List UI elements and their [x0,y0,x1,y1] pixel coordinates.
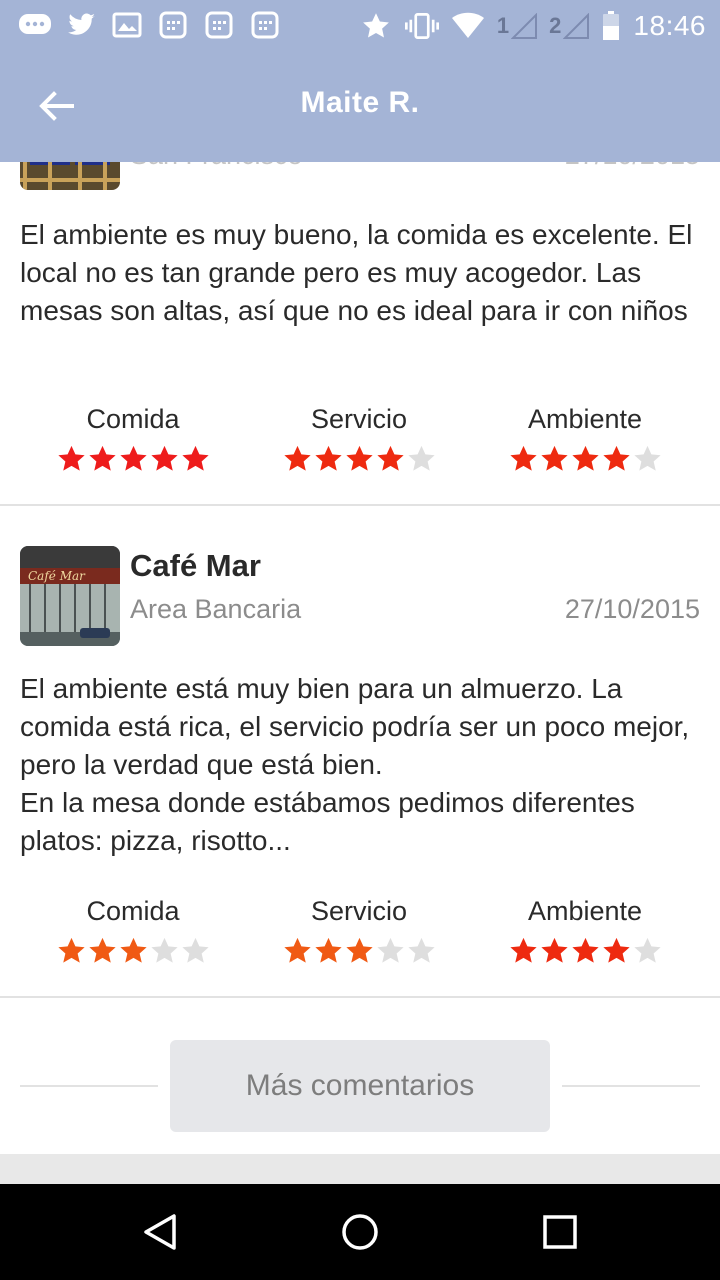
star-filled-icon [119,445,147,471]
star-filled-icon [540,445,568,471]
nav-home-button[interactable] [332,1206,388,1262]
star-empty-icon [181,937,209,963]
nav-back-button[interactable] [132,1206,188,1262]
divider [20,1085,158,1087]
star-filled-icon [150,445,178,471]
calendar-icon [156,8,190,42]
star-filled-icon [181,445,209,471]
review-text: El ambiente está muy bien para un almuer… [20,673,690,856]
rating-ambiente: Ambiente [472,404,698,474]
restaurant-photo[interactable]: Café Mar [20,546,120,646]
rating-ambiente: Ambiente [472,896,698,966]
rating-servicio: Servicio [246,404,472,474]
star-filled-icon [602,445,630,471]
twitter-icon [64,8,98,42]
star-filled-icon [602,937,630,963]
star-filled-icon [376,445,404,471]
star-filled-icon [119,937,147,963]
star-filled-icon [283,937,311,963]
star-empty-icon [407,445,435,471]
star-filled-icon [88,937,116,963]
restaurant-name[interactable]: Café Mar [130,548,261,584]
navigation-bar [0,1184,720,1280]
star-filled-icon [509,445,537,471]
star-filled-icon [540,937,568,963]
star-filled-icon [509,937,537,963]
star-rating [472,444,698,474]
wifi-icon [451,9,485,43]
calendar-icon [202,8,236,42]
rating-label: Ambiente [527,896,643,926]
star-empty-icon [407,937,435,963]
gallery-icon [110,8,144,42]
review-header: Café Mar Café Mar Area Bancaria 27/10/20… [0,506,720,646]
rating-label: Comida [86,404,180,434]
review-card[interactable]: Café Mar Café Mar Area Bancaria 27/10/20… [0,506,720,998]
rating-comida: Comida [20,404,246,474]
vibrate-icon [404,9,439,43]
calendar-icon [248,8,282,42]
star-empty-icon [376,937,404,963]
more-comments-section: Más comentarios [0,1000,720,1154]
star-filled-icon [57,445,85,471]
star-filled-icon [571,937,599,963]
star-filled-icon [314,937,342,963]
home-circle-icon [340,1212,380,1257]
rating-label: Ambiente [527,404,643,434]
status-bar: 1 2 18:46 [0,0,720,52]
star-rating [246,444,472,474]
system-icons: 1 2 18:46 [359,8,706,44]
star-empty-icon [633,445,661,471]
clock: 18:46 [633,10,706,41]
rating-label: Servicio [310,896,408,926]
star-filled-icon [57,937,85,963]
notification-icons [18,8,282,42]
content-end-strip [0,1154,720,1184]
star-rating [472,936,698,966]
star-rating [246,936,472,966]
rating-label: Servicio [310,404,408,434]
star-filled-icon [571,445,599,471]
rating-label: Comida [86,896,180,926]
page-title: Maite R. [300,86,420,119]
battery-icon [601,9,621,43]
rating-servicio: Servicio [246,896,472,966]
rating-comida: Comida [20,896,246,966]
review-text: El ambiente es muy bueno, la comida es e… [20,219,693,326]
recents-square-icon [540,1212,580,1257]
star-filled-icon [314,445,342,471]
app-bar: Maite R. [0,52,720,162]
star-empty-icon [150,937,178,963]
divider [562,1085,700,1087]
star-rating [20,444,246,474]
ratings-row: Comida Servicio Ambiente [0,404,720,484]
star-filled-icon [88,445,116,471]
review-date: 27/10/2015 [564,594,700,624]
review-card[interactable]: San Francisco 27/10/2015 El ambiente es … [0,90,720,506]
ratings-row: Comida Servicio Ambiente [0,896,720,976]
signal-icon [563,9,590,43]
nav-recents-button[interactable] [532,1206,588,1262]
star-rating [20,936,246,966]
chat-icon [18,8,52,42]
restaurant-area: Area Bancaria [130,594,302,624]
back-triangle-icon [140,1212,180,1257]
sim1-label: 1 [496,13,510,38]
signal-icon [511,9,538,43]
sim2-label: 2 [549,13,562,38]
svg-text:Café Mar: Café Mar [28,569,86,583]
star-filled-icon [283,445,311,471]
more-comments-button[interactable]: Más comentarios [170,1040,550,1132]
star-filled-icon [345,445,373,471]
star-empty-icon [633,937,661,963]
star-icon [359,9,393,43]
star-filled-icon [345,937,373,963]
